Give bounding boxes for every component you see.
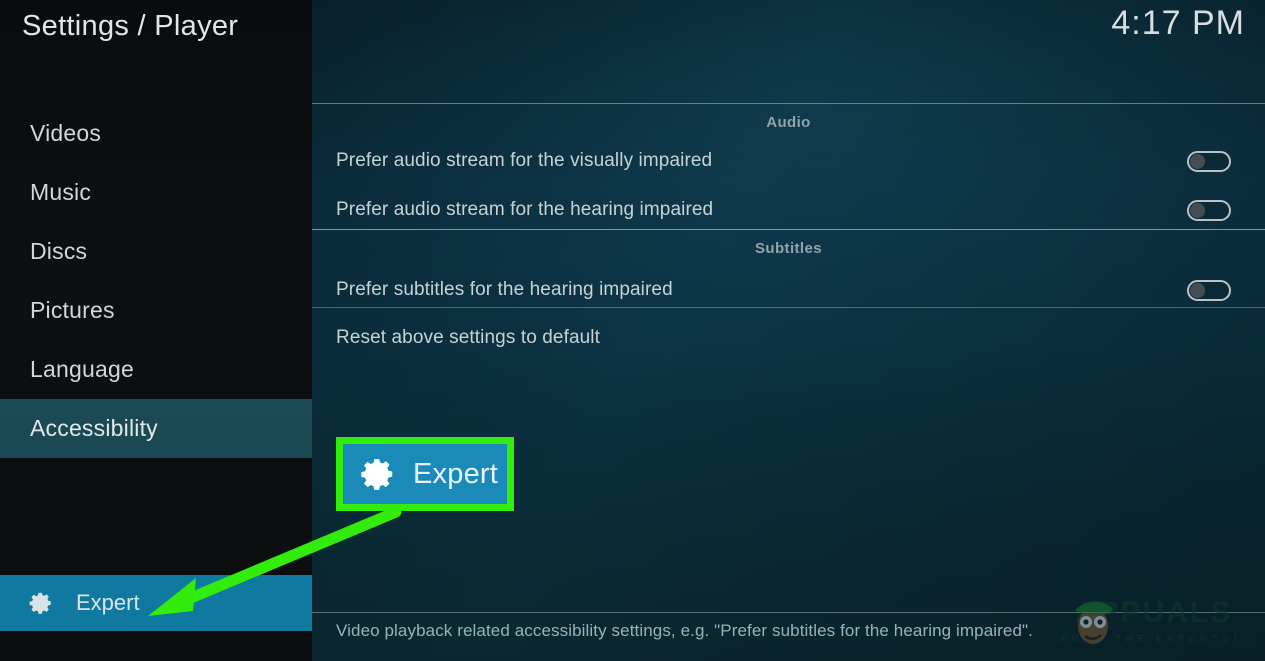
expert-level-label: Expert — [76, 590, 140, 615]
setting-label: Prefer subtitles for the hearing impaire… — [336, 279, 673, 300]
sidebar-item-language[interactable]: Language — [0, 340, 312, 399]
kodi-settings-screen: Settings / Player 4:17 PM Videos Music D… — [0, 0, 1265, 661]
sidebar-item-accessibility[interactable]: Accessibility — [0, 399, 312, 458]
expert-callout-label: Expert — [413, 457, 499, 490]
toggle-prefer-audio-hearing-impaired[interactable] — [1187, 199, 1231, 221]
mascot-icon — [1075, 601, 1113, 644]
sidebar-item-label: Discs — [30, 238, 88, 264]
section-separator-subtitles — [312, 229, 1265, 230]
sidebar-item-pictures[interactable]: Pictures — [0, 281, 312, 340]
setting-row-prefer-audio-visually-impaired[interactable]: Prefer audio stream for the visually imp… — [312, 141, 1265, 181]
sidebar-item-label: Videos — [30, 120, 102, 146]
expert-level-button[interactable]: Expert — [0, 575, 312, 631]
setting-row-prefer-subtitles-hearing-impaired[interactable]: Prefer subtitles for the hearing impaire… — [312, 270, 1265, 310]
toggle-knob — [1190, 282, 1205, 298]
sidebar-item-label: Pictures — [30, 297, 115, 323]
page-title: Settings / Player — [22, 10, 239, 42]
section-heading-subtitles: Subtitles — [755, 240, 822, 257]
toggle-prefer-subtitles-hearing-impaired[interactable] — [1187, 279, 1231, 301]
clock: 4:17 PM — [1111, 4, 1245, 42]
sidebar-menu: Videos Music Discs Pictures Language Acc… — [0, 104, 312, 458]
watermark: APPUALS FROM THE EXPERTS! — [1055, 592, 1261, 658]
sidebar-item-label: Accessibility — [30, 415, 158, 441]
section-heading-audio: Audio — [766, 114, 811, 131]
setting-label: Prefer audio stream for the hearing impa… — [336, 199, 714, 220]
setting-label: Reset above settings to default — [336, 327, 600, 348]
header-separator — [312, 103, 1265, 104]
gear-icon — [361, 459, 393, 490]
expert-callout-box[interactable]: Expert — [336, 437, 514, 511]
gear-icon — [29, 592, 51, 614]
setting-label: Prefer audio stream for the visually imp… — [336, 150, 713, 171]
sidebar-item-music[interactable]: Music — [0, 163, 312, 222]
toggle-knob — [1190, 153, 1205, 169]
toggle-knob — [1190, 202, 1205, 218]
setting-row-reset-to-default[interactable]: Reset above settings to default — [312, 318, 1265, 358]
row-separator — [312, 307, 1265, 308]
setting-description: Video playback related accessibility set… — [336, 621, 1033, 640]
sidebar-item-label: Music — [30, 179, 92, 205]
sidebar-item-videos[interactable]: Videos — [0, 104, 312, 163]
sidebar-item-discs[interactable]: Discs — [0, 222, 312, 281]
setting-row-prefer-audio-hearing-impaired[interactable]: Prefer audio stream for the hearing impa… — [312, 190, 1265, 230]
sidebar-item-label: Language — [30, 356, 134, 382]
toggle-prefer-audio-visually-impaired[interactable] — [1187, 150, 1231, 172]
